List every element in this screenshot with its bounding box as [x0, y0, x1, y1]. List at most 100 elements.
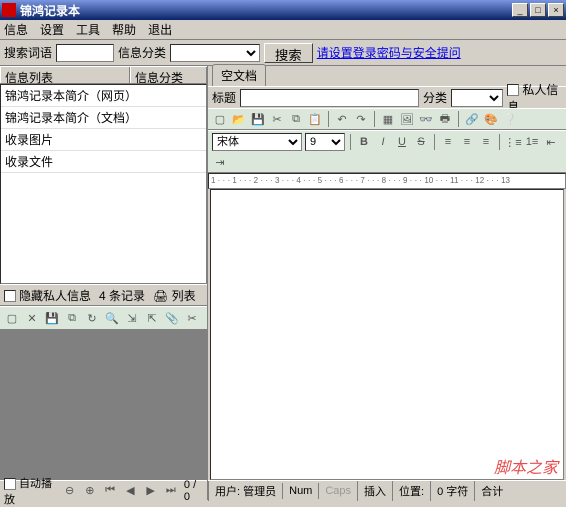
security-link[interactable]: 请设置登录密码与安全提问: [317, 44, 461, 61]
print-icon[interactable]: 🖶: [437, 111, 453, 127]
clip-icon[interactable]: ✂: [184, 310, 200, 326]
editor-area[interactable]: [210, 189, 564, 480]
attach-icon[interactable]: 📎: [164, 310, 180, 326]
color-icon[interactable]: 🎨: [483, 111, 499, 127]
thumbnail-area: [0, 330, 207, 480]
app-icon: [2, 3, 16, 17]
status-insert: 插入: [357, 481, 392, 501]
align-left-icon[interactable]: ≡: [440, 134, 456, 150]
save-doc-icon[interactable]: 💾: [250, 111, 266, 127]
outdent-icon[interactable]: ⇤: [543, 134, 559, 150]
search-button[interactable]: 搜索: [264, 43, 313, 63]
align-right-icon[interactable]: ≡: [478, 134, 494, 150]
menu-tools[interactable]: 工具: [76, 21, 100, 38]
bold-icon[interactable]: B: [356, 134, 372, 150]
searchbar: 搜索词语 信息分类 搜索 请设置登录密码与安全提问: [0, 40, 566, 66]
align-center-icon[interactable]: ≡: [459, 134, 475, 150]
undo-icon[interactable]: ↶: [334, 111, 350, 127]
col-info-list[interactable]: 信息列表: [0, 67, 130, 83]
search-category-select[interactable]: [170, 44, 260, 62]
indent-icon[interactable]: ⇥: [212, 154, 228, 170]
first-icon[interactable]: ⏮: [103, 483, 117, 499]
autoplay-checkbox[interactable]: 自动播放: [4, 475, 57, 507]
list-item[interactable]: 锦鸿记录本简介（网页）: [1, 85, 206, 107]
number-list-icon[interactable]: 1≡: [524, 134, 540, 150]
paste-icon[interactable]: 📋: [307, 111, 323, 127]
zoom-in-icon[interactable]: ⊕: [83, 483, 97, 499]
col-info-category[interactable]: 信息分类: [130, 67, 207, 83]
separator: [458, 111, 459, 127]
editor-toolbar-1: ▢ 📂 💾 ✂ ⧉ 📋 ↶ ↷ ▦ 🖼 👓 🖶 🔗 🎨 ❔: [208, 108, 566, 130]
table-icon[interactable]: ▦: [380, 111, 396, 127]
list-item[interactable]: 锦鸿记录本简介（文档）: [1, 107, 206, 129]
record-count: 4 条记录: [99, 287, 145, 304]
list-item[interactable]: 收录文件: [1, 151, 206, 173]
underline-icon[interactable]: U: [394, 134, 410, 150]
new-doc-icon[interactable]: ▢: [212, 111, 228, 127]
zoom-icon[interactable]: 🔍: [104, 310, 120, 326]
doc-category-select[interactable]: [451, 89, 503, 107]
left-panel: 信息列表 信息分类 锦鸿记录本简介（网页） 锦鸿记录本简介（文档） 收录图片 收…: [0, 66, 208, 500]
separator: [350, 134, 351, 150]
image-icon[interactable]: 🖼: [399, 111, 415, 127]
close-button[interactable]: ×: [548, 3, 564, 17]
strike-icon[interactable]: S: [413, 134, 429, 150]
menu-help[interactable]: 帮助: [112, 21, 136, 38]
new-icon[interactable]: ▢: [4, 310, 20, 326]
list-header: 信息列表 信息分类: [0, 66, 207, 84]
status-chars: 0 字符: [430, 481, 474, 501]
minimize-button[interactable]: _: [512, 3, 528, 17]
list-view-button[interactable]: 🖨 列表: [153, 287, 196, 304]
search-term-label: 搜索词语: [4, 44, 52, 61]
status-total: 合计: [474, 481, 509, 501]
zoom-out-icon[interactable]: ⊖: [63, 483, 77, 499]
import-icon[interactable]: ⇱: [144, 310, 160, 326]
refresh-icon[interactable]: ↻: [84, 310, 100, 326]
bullet-list-icon[interactable]: ⋮≡: [505, 134, 521, 150]
list-item[interactable]: 收录图片: [1, 129, 206, 151]
font-select[interactable]: 宋体: [212, 133, 302, 151]
help-icon[interactable]: ❔: [502, 111, 518, 127]
find-icon[interactable]: 👓: [418, 111, 434, 127]
status-position: 位置:: [392, 481, 430, 501]
prev-icon[interactable]: ◀: [123, 483, 137, 499]
window-title: 锦鸿记录本: [20, 2, 510, 19]
statusbar: 用户: 管理员 Num Caps 插入 位置: 0 字符 合计: [208, 480, 566, 500]
menu-exit[interactable]: 退出: [148, 21, 172, 38]
title-label: 标题: [212, 89, 236, 106]
size-select[interactable]: 9: [305, 133, 345, 151]
left-toolbar: ▢ ✕ 💾 ⧉ ↻ 🔍 ⇲ ⇱ 📎 ✂: [0, 306, 207, 330]
pager-bar: 自动播放 ⊖ ⊕ ⏮ ◀ ▶ ⏭ 0 / 0: [0, 480, 207, 500]
last-icon[interactable]: ⏭: [164, 483, 178, 499]
menubar: 信息 设置 工具 帮助 退出: [0, 20, 566, 40]
tab-empty-doc[interactable]: 空文档: [212, 64, 266, 86]
menu-info[interactable]: 信息: [4, 21, 28, 38]
redo-icon[interactable]: ↷: [353, 111, 369, 127]
copy-icon[interactable]: ⧉: [64, 310, 80, 326]
copy-doc-icon[interactable]: ⧉: [288, 111, 304, 127]
export-icon[interactable]: ⇲: [124, 310, 140, 326]
left-options-bar: 隐藏私人信息 4 条记录 🖨 列表: [0, 284, 207, 306]
menu-config[interactable]: 设置: [40, 21, 64, 38]
open-icon[interactable]: 📂: [231, 111, 247, 127]
right-panel: 空文档 标题 分类 私人信息 ▢ 📂 💾 ✂ ⧉ 📋 ↶ ↷ ▦ 🖼 👓 🖶 🔗: [208, 66, 566, 500]
document-header: 标题 分类 私人信息: [208, 86, 566, 108]
cut-icon[interactable]: ✂: [269, 111, 285, 127]
ruler: 1 · · · 1 · · · 2 · · · 3 · · · 4 · · · …: [208, 173, 566, 189]
separator: [374, 111, 375, 127]
watermark: 脚本之家: [494, 454, 558, 478]
separator: [499, 134, 500, 150]
hide-private-checkbox[interactable]: 隐藏私人信息: [4, 287, 91, 304]
link-icon[interactable]: 🔗: [464, 111, 480, 127]
title-input[interactable]: [240, 89, 419, 107]
status-caps: Caps: [318, 483, 357, 499]
titlebar: 锦鸿记录本 _ □ ×: [0, 0, 566, 20]
info-list: 锦鸿记录本简介（网页） 锦鸿记录本简介（文档） 收录图片 收录文件: [0, 84, 207, 284]
editor-toolbar-2: 宋体 9 B I U S ≡ ≡ ≡ ⋮≡ 1≡ ⇤ ⇥: [208, 130, 566, 173]
maximize-button[interactable]: □: [530, 3, 546, 17]
next-icon[interactable]: ▶: [143, 483, 157, 499]
italic-icon[interactable]: I: [375, 134, 391, 150]
search-term-input[interactable]: [56, 44, 114, 62]
save-icon[interactable]: 💾: [44, 310, 60, 326]
delete-icon[interactable]: ✕: [24, 310, 40, 326]
